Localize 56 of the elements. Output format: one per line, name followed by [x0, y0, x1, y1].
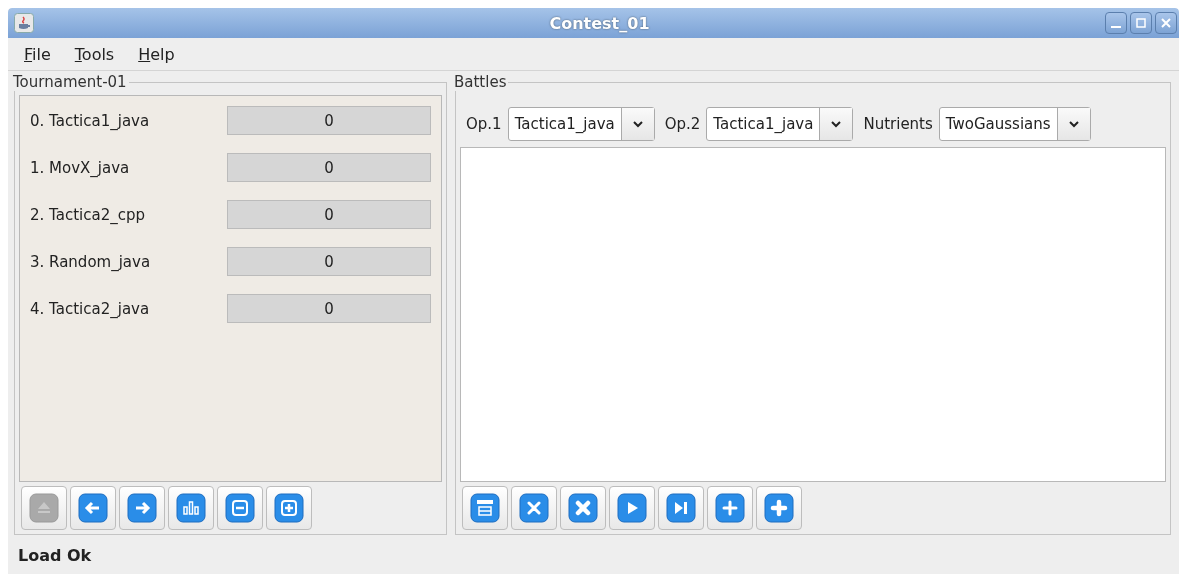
minimize-icon [1111, 26, 1121, 28]
add-button[interactable] [266, 486, 312, 530]
forward-button[interactable] [119, 486, 165, 530]
step-button[interactable] [658, 486, 704, 530]
score-field: 0 [227, 106, 431, 135]
score-field: 0 [227, 153, 431, 182]
selector-label: Nutrients [863, 115, 933, 133]
save-button[interactable] [462, 486, 508, 530]
dropdown[interactable]: Tactica1_java [507, 107, 655, 141]
remove-button[interactable] [217, 486, 263, 530]
back-button[interactable] [70, 486, 116, 530]
contestant-name: 4. Tactica2_java [30, 299, 150, 318]
chevron-down-icon [631, 120, 644, 128]
score-field: 0 [227, 200, 431, 229]
menu-item[interactable]: File [24, 44, 51, 64]
close-icon [519, 493, 549, 523]
eject-icon [29, 493, 59, 523]
contestant-name: 2. Tactica2_cpp [30, 205, 146, 224]
contestant-name: 0. Tactica1_java [30, 111, 150, 130]
window-title: Contest_01 [548, 13, 651, 33]
bar-chart-icon [176, 493, 206, 523]
close-button[interactable] [560, 486, 606, 530]
selector-label: Op.1 [466, 115, 502, 133]
chevron-down-icon [830, 120, 843, 128]
chart-button[interactable] [168, 486, 214, 530]
dropdown[interactable]: TwoGaussians [938, 107, 1091, 141]
chevron-down-icon [1067, 120, 1080, 128]
play-button[interactable] [609, 486, 655, 530]
plus-icon [715, 493, 745, 523]
add-button[interactable] [707, 486, 753, 530]
panel-title: Tournament-01 [12, 73, 128, 91]
maximize-icon [1135, 17, 1147, 29]
close-icon [1160, 17, 1172, 29]
skip-icon [666, 493, 696, 523]
menu-item[interactable]: Tools [74, 44, 115, 64]
selector-label: Op.2 [664, 115, 701, 133]
close-button[interactable] [511, 486, 557, 530]
contestant-name: 1. MovX_java [30, 158, 130, 177]
panel-title: Battles [453, 73, 508, 91]
add-button[interactable] [756, 486, 802, 530]
close-button[interactable] [1155, 12, 1177, 34]
minimize-button[interactable] [1105, 12, 1127, 34]
cup-icon [14, 13, 34, 33]
status-text: Load Ok [17, 545, 93, 567]
contestant-name: 3. Random_java [30, 252, 151, 271]
dropdown[interactable]: Tactica1_java [706, 107, 854, 141]
close-icon [568, 493, 598, 523]
maximize-button[interactable] [1130, 12, 1152, 34]
score-field: 0 [227, 247, 431, 276]
menu-item[interactable]: Help [138, 44, 175, 64]
plus-icon [764, 493, 794, 523]
plus-icon [274, 493, 304, 523]
score-field: 0 [227, 294, 431, 323]
save-icon [470, 493, 500, 523]
play-icon [617, 493, 647, 523]
minus-icon [225, 493, 255, 523]
